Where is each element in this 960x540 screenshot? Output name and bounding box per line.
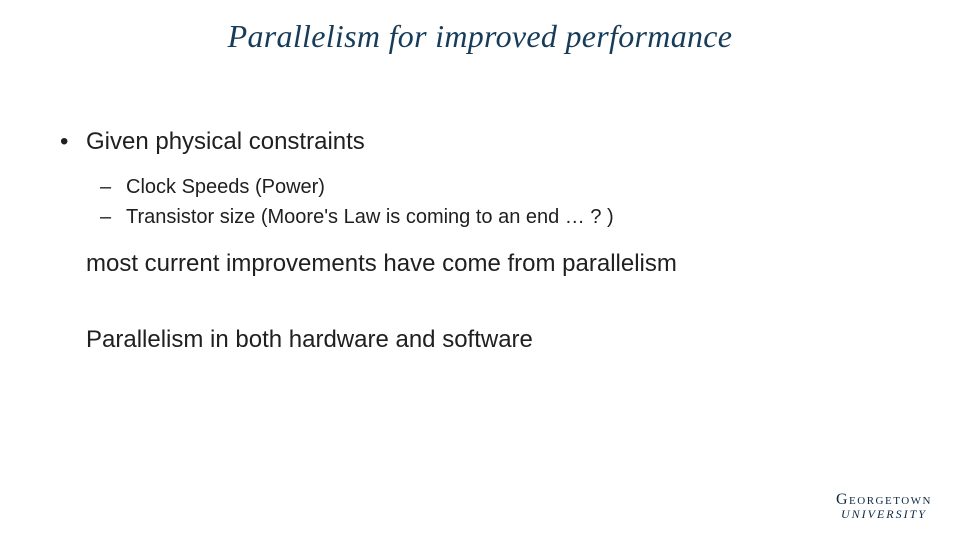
bullet-level-2: –Transistor size (Moore's Law is coming … [100,202,900,232]
georgetown-logo: Georgetown UNIVERSITY [836,492,932,520]
bullet-1-text: Given physical constraints [86,128,365,155]
slide-title: Parallelism for improved performance [0,18,960,55]
bullet-dot-icon: • [60,128,86,156]
sub-2-text: Transistor size (Moore's Law is coming t… [126,206,614,228]
logo-line-2: UNIVERSITY [836,508,932,520]
continuation-text-2: Parallelism in both hardware and softwar… [86,326,900,354]
slide-body: •Given physical constraints –Clock Speed… [60,128,900,354]
bullet-level-2: –Clock Speeds (Power) [100,172,900,202]
logo-line-1: Georgetown [836,492,932,508]
continuation-text-1: most current improvements have come from… [86,248,900,280]
bullet-level-1: •Given physical constraints [60,128,900,156]
sub-1-text: Clock Speeds (Power) [126,176,325,198]
dash-icon: – [100,172,126,202]
slide: Parallelism for improved performance •Gi… [0,0,960,540]
dash-icon: – [100,202,126,232]
